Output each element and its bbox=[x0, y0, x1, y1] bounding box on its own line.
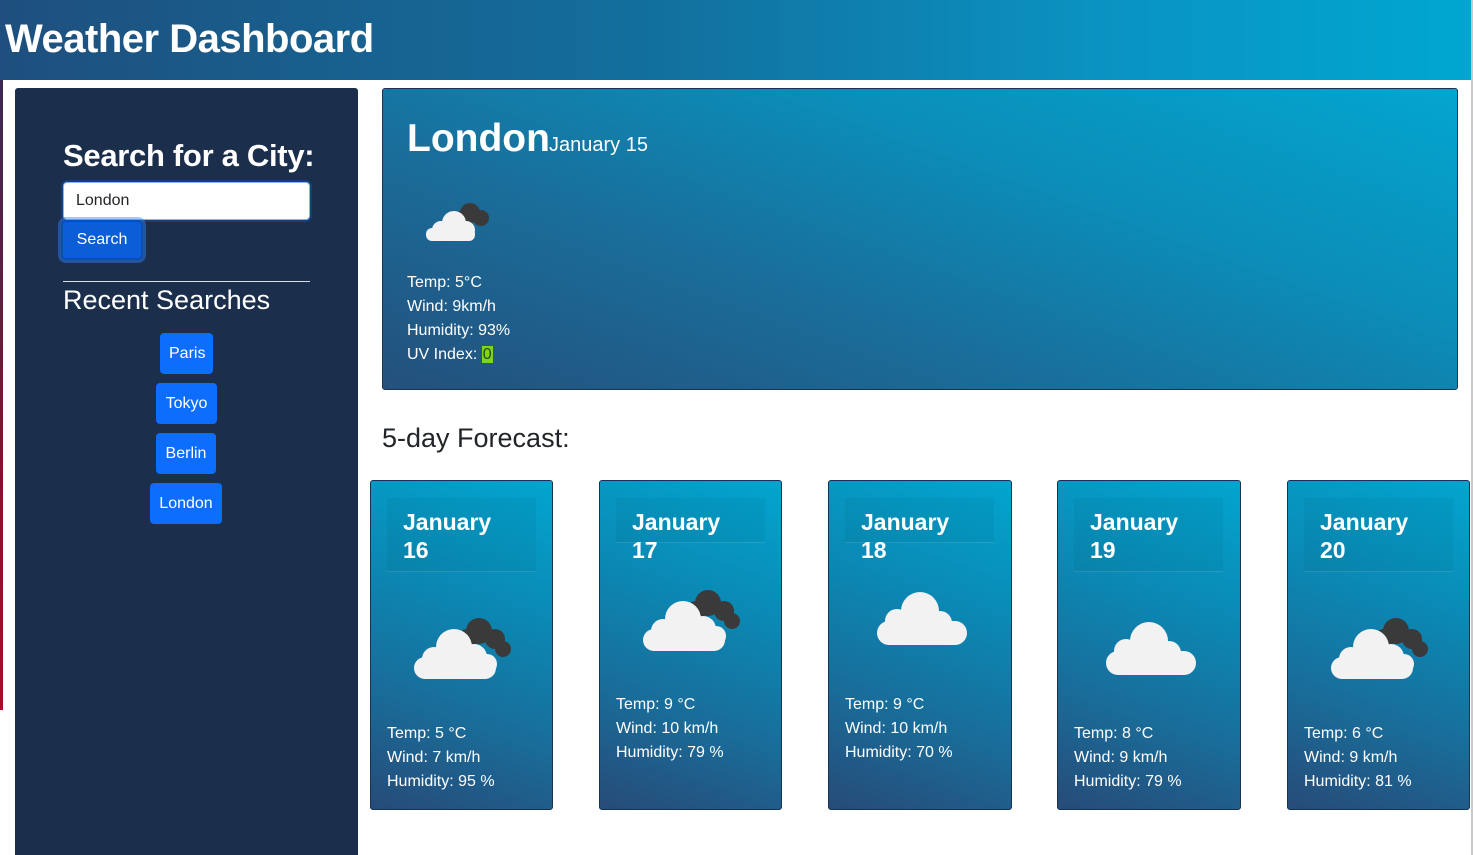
search-sidebar: Search for a City: Search Recent Searche… bbox=[15, 88, 358, 855]
forecast-date: January 20 bbox=[1304, 498, 1453, 572]
forecast-date: January 19 bbox=[1074, 498, 1223, 572]
uv-index-badge: 0 bbox=[481, 346, 493, 363]
forecast-humidity: Humidity: 95 % bbox=[387, 773, 495, 790]
forecast-temp: Temp: 6 °C bbox=[1304, 725, 1384, 742]
forecast-humidity: Humidity: 79 % bbox=[1074, 773, 1182, 790]
cloud-icon bbox=[867, 581, 977, 651]
current-city: London bbox=[407, 117, 550, 160]
sidebar-divider bbox=[63, 281, 310, 282]
uv-label: UV Index: bbox=[407, 346, 482, 363]
current-stats: Temp: 5°C Wind: 9km/h Humidity: 93% UV I… bbox=[407, 271, 510, 367]
city-search-input[interactable] bbox=[63, 182, 310, 220]
recent-search-tokyo[interactable]: Tokyo bbox=[156, 383, 217, 424]
current-wind: Wind: 9km/h bbox=[407, 298, 496, 315]
forecast-card: January 17 Temp: 9 °C Wind: 10 km/h Humi… bbox=[599, 480, 782, 810]
broken-clouds-icon bbox=[409, 609, 519, 679]
recent-searches-heading: Recent Searches bbox=[63, 285, 271, 315]
forecast-card: January 16 Temp: 5 °C Wind: 7 km/h Humid… bbox=[370, 480, 553, 810]
forecast-temp: Temp: 9 °C bbox=[845, 696, 925, 713]
current-humidity: Humidity: 93% bbox=[407, 322, 511, 339]
broken-clouds-icon bbox=[1326, 609, 1436, 679]
forecast-wind: Wind: 7 km/h bbox=[387, 749, 481, 766]
forecast-wind: Wind: 9 km/h bbox=[1074, 749, 1168, 766]
forecast-stats: Temp: 9 °C Wind: 10 km/h Humidity: 79 % bbox=[616, 693, 724, 765]
forecast-stats: Temp: 5 °C Wind: 7 km/h Humidity: 95 % bbox=[387, 722, 495, 794]
recent-search-london[interactable]: London bbox=[150, 483, 222, 524]
recent-search-paris[interactable]: Paris bbox=[160, 333, 213, 374]
forecast-date: January 17 bbox=[616, 498, 765, 563]
cloud-icon bbox=[1096, 611, 1206, 681]
app-header: Weather Dashboard bbox=[0, 0, 1471, 80]
forecast-temp: Temp: 9 °C bbox=[616, 696, 696, 713]
forecast-wind: Wind: 10 km/h bbox=[845, 720, 948, 737]
forecast-stats: Temp: 8 °C Wind: 9 km/h Humidity: 79 % bbox=[1074, 722, 1182, 794]
forecast-card: January 18 Temp: 9 °C Wind: 10 km/h Humi… bbox=[828, 480, 1012, 810]
forecast-wind: Wind: 9 km/h bbox=[1304, 749, 1398, 766]
page-title: Weather Dashboard bbox=[5, 17, 374, 61]
current-uv-row: UV Index: 0 bbox=[407, 343, 510, 367]
forecast-wind: Wind: 10 km/h bbox=[616, 720, 719, 737]
forecast-heading: 5-day Forecast: bbox=[382, 423, 570, 453]
broken-clouds-icon bbox=[638, 581, 748, 651]
search-heading: Search for a City: bbox=[63, 138, 315, 173]
recent-search-berlin[interactable]: Berlin bbox=[156, 433, 216, 474]
forecast-humidity: Humidity: 81 % bbox=[1304, 773, 1412, 790]
window-edge bbox=[0, 0, 3, 710]
partly-cloudy-icon bbox=[421, 197, 501, 247]
forecast-humidity: Humidity: 79 % bbox=[616, 744, 724, 761]
current-temp: Temp: 5°C bbox=[407, 274, 482, 291]
current-date: January 15 bbox=[549, 134, 648, 156]
forecast-stats: Temp: 9 °C Wind: 10 km/h Humidity: 70 % bbox=[845, 693, 953, 765]
forecast-temp: Temp: 8 °C bbox=[1074, 725, 1154, 742]
forecast-card: January 19 Temp: 8 °C Wind: 9 km/h Humid… bbox=[1057, 480, 1241, 810]
forecast-stats: Temp: 6 °C Wind: 9 km/h Humidity: 81 % bbox=[1304, 722, 1412, 794]
forecast-temp: Temp: 5 °C bbox=[387, 725, 467, 742]
forecast-date: January 16 bbox=[387, 498, 536, 572]
current-weather-card: London January 15 Temp: 5°C Wind: 9km/h … bbox=[382, 88, 1458, 390]
search-button[interactable]: Search bbox=[61, 220, 143, 260]
forecast-date: January 18 bbox=[845, 498, 994, 563]
forecast-card: January 20 Temp: 6 °C Wind: 9 km/h Humid… bbox=[1287, 480, 1470, 810]
forecast-humidity: Humidity: 70 % bbox=[845, 744, 953, 761]
